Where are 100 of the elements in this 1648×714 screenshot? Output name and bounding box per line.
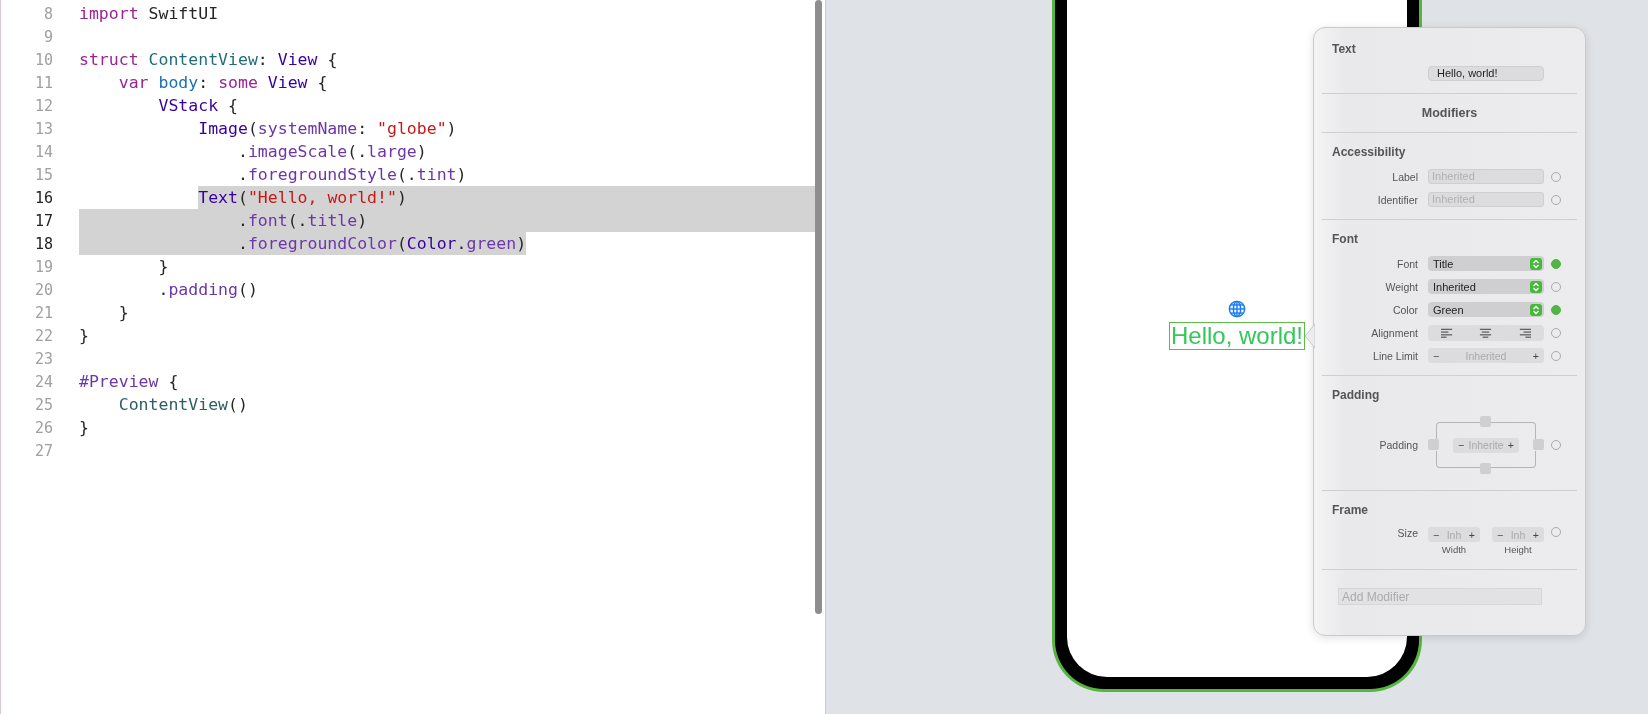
text-field[interactable]: Hello, world!: [1428, 66, 1544, 81]
popup-button[interactable]: Green: [1428, 302, 1544, 317]
code-token: {: [228, 95, 238, 117]
code-token: some: [218, 72, 259, 94]
align-right-icon[interactable]: [1518, 327, 1532, 338]
code-token: (: [237, 186, 248, 209]
scrollbar[interactable]: [815, 0, 822, 614]
code-token: (): [228, 394, 248, 416]
line-number: 10: [33, 50, 53, 69]
code-token: .: [237, 232, 248, 255]
line-number: 22: [33, 326, 53, 345]
chevron-up-down-icon: [1530, 303, 1542, 316]
code-token: var: [118, 72, 150, 94]
code-token: .: [158, 279, 169, 301]
add-modifier-field[interactable]: Add Modifier: [1338, 588, 1542, 605]
field-label: Identifier: [1376, 193, 1419, 206]
code-token: {: [327, 49, 338, 71]
code-token: ): [446, 118, 457, 140]
line-number: 9: [42, 27, 53, 46]
code-token: .: [237, 209, 248, 232]
code-token: tint: [416, 164, 457, 186]
line-number: 21: [33, 303, 53, 322]
code-token: :: [198, 72, 210, 94]
code-token: systemName: [257, 118, 358, 140]
field-label: Alignment: [1370, 326, 1419, 339]
field-label: Weight: [1384, 280, 1419, 293]
code-token: (: [247, 118, 258, 140]
code-token: ContentView: [148, 49, 258, 71]
code-token: ): [357, 209, 368, 232]
code-token: }: [79, 325, 89, 347]
edge-toggle[interactable]: [1480, 463, 1491, 474]
chevron-up-down-icon: [1530, 280, 1542, 293]
field-caption: Width: [1441, 544, 1467, 555]
field-label: Size: [1396, 527, 1419, 539]
code-token: #Preview: [79, 371, 159, 393]
line-number: 20: [33, 280, 53, 299]
code-token: (.: [396, 164, 417, 186]
align-left-icon[interactable]: [1440, 327, 1454, 338]
code-token: :: [257, 49, 269, 71]
edge-toggle[interactable]: [1533, 439, 1544, 450]
field-caption: Height: [1504, 544, 1532, 555]
line-number: 13: [33, 119, 53, 138]
code-token: :: [357, 118, 369, 140]
field-label: Font: [1396, 257, 1419, 270]
field-label: Padding: [1378, 439, 1419, 451]
line-number: 19: [33, 257, 53, 276]
code-token: ContentView: [118, 394, 229, 416]
code-token: import: [79, 3, 140, 25]
code-token: .: [456, 232, 467, 255]
code-token: VStack: [158, 95, 219, 117]
line-number: 23: [33, 349, 53, 368]
modifier-set-indicator[interactable]: [1551, 304, 1561, 315]
modifier-set-indicator[interactable]: [1551, 258, 1561, 269]
code-token: (): [237, 279, 258, 301]
align-center-icon[interactable]: [1479, 327, 1493, 338]
edge-toggle[interactable]: [1480, 416, 1491, 427]
code-token: Text: [198, 186, 238, 209]
modifiers-heading: Modifiers: [1420, 105, 1479, 122]
edge-toggle[interactable]: [1428, 439, 1439, 450]
code-token: imageScale: [247, 141, 348, 163]
code-token: body: [158, 72, 199, 94]
line-number: 14: [33, 142, 53, 161]
code-token: }: [118, 302, 129, 324]
code-token: "Hello, world!": [247, 186, 397, 209]
line-number: 18: [33, 234, 53, 253]
code-token: foregroundColor: [247, 232, 397, 255]
code-token: ): [416, 141, 427, 163]
line-number: 8: [42, 4, 53, 23]
code-token: (.: [347, 141, 368, 163]
code-token: ): [516, 232, 527, 255]
line-number: 12: [33, 96, 53, 115]
popup-button[interactable]: Title: [1428, 256, 1544, 271]
code-token: ): [396, 186, 407, 209]
code-token: ): [456, 164, 467, 186]
section-title: Accessibility: [1331, 144, 1407, 161]
field-label: Color: [1391, 303, 1419, 316]
section-title: Frame: [1331, 502, 1370, 519]
code-token: .: [237, 141, 248, 163]
code-token: padding: [168, 279, 238, 301]
code-token: {: [168, 371, 179, 393]
code-token: title: [307, 209, 358, 232]
code-token: (: [396, 232, 407, 255]
section-title: Padding: [1331, 387, 1381, 404]
chevron-up-down-icon: [1530, 257, 1542, 270]
section-title: Text: [1331, 41, 1357, 58]
line-number: 11: [33, 73, 53, 92]
line-number: 24: [33, 372, 53, 391]
code-token: (.: [287, 209, 308, 232]
code-token: View: [267, 72, 308, 94]
line-number: 17: [33, 211, 53, 230]
code-token: SwiftUI: [148, 3, 219, 25]
code-token: font: [247, 209, 288, 232]
code-token: }: [158, 256, 169, 278]
line-number: 16: [33, 188, 53, 207]
line-number: 25: [33, 395, 53, 414]
section-title: Font: [1331, 231, 1359, 248]
globe-icon: [1228, 300, 1246, 318]
popup-button[interactable]: Inherited: [1428, 279, 1544, 294]
line-number: 27: [33, 441, 53, 460]
field-label: Label: [1391, 170, 1419, 183]
